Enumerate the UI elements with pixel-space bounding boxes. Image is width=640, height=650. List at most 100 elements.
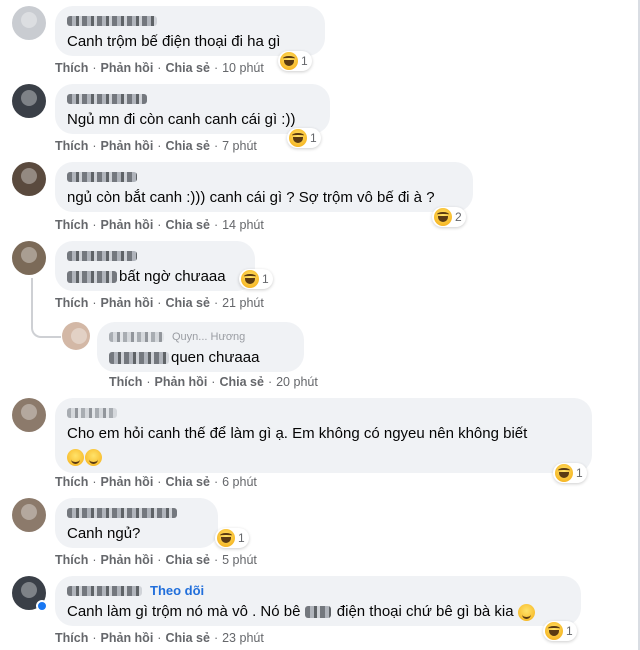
comment-text: quen chưaaa: [109, 348, 292, 368]
comment-item: Theo dõi Canh làm gì trộm nó mà vô . Nó …: [12, 576, 632, 641]
comment-bubble: bất ngờ chưaaa: [55, 241, 255, 291]
haha-icon: [241, 270, 259, 288]
haha-icon: [217, 529, 235, 547]
comment-author[interactable]: [67, 505, 206, 521]
comment-bubble: Quyn... Hương quen chưaaa: [97, 322, 304, 372]
reaction-badge[interactable]: 1: [278, 51, 312, 71]
reply-link[interactable]: Phản hồi: [101, 61, 154, 75]
like-link[interactable]: Thích: [55, 631, 88, 645]
comment-item: Canh ngủ? 1: [12, 498, 632, 554]
share-link[interactable]: Chia sẻ: [165, 553, 209, 567]
comment-text: Ngủ mn đi còn canh canh cái gì :)): [67, 111, 296, 128]
timestamp[interactable]: 5 phút: [222, 553, 257, 567]
follow-button[interactable]: Theo dõi: [150, 583, 204, 599]
reply-link[interactable]: Phản hồi: [101, 296, 154, 310]
comment-bubble: Cho em hỏi canh thế để làm gì ạ. Em khôn…: [55, 398, 592, 473]
comment-actions: Thích · Phản hồi · Chia sẻ · 10 phút: [55, 61, 264, 75]
like-link[interactable]: Thích: [55, 296, 88, 310]
like-link[interactable]: Thích: [55, 475, 88, 489]
avatar[interactable]: [12, 6, 46, 40]
emoji-row: [67, 447, 580, 467]
share-link[interactable]: Chia sẻ: [165, 61, 209, 75]
haha-icon: [555, 464, 573, 482]
avatar[interactable]: [62, 322, 90, 350]
grin-sweat-emoji-icon: [67, 448, 84, 466]
comment-bubble: Canh ngủ?: [55, 498, 218, 548]
reaction-badge[interactable]: 1: [553, 463, 587, 483]
reaction-count: 1: [238, 531, 245, 545]
avatar[interactable]: [12, 162, 46, 196]
comment-actions: Thích · Phản hồi · Chia sẻ · 21 phút: [55, 296, 264, 310]
reply-link[interactable]: Phản hồi: [101, 475, 154, 489]
comment-bubble: Theo dõi Canh làm gì trộm nó mà vô . Nó …: [55, 576, 581, 626]
reaction-count: 2: [455, 210, 462, 224]
reply-item: Quyn... Hương quen chưaaa: [62, 322, 632, 376]
comment-text: Cho em hỏi canh thế để làm gì ạ. Em khôn…: [67, 425, 528, 442]
timestamp[interactable]: 20 phút: [276, 375, 318, 389]
share-link[interactable]: Chia sẻ: [165, 218, 209, 232]
share-link[interactable]: Chia sẻ: [165, 139, 209, 153]
share-link[interactable]: Chia sẻ: [165, 296, 209, 310]
reaction-count: 1: [310, 131, 317, 145]
comment-author[interactable]: [67, 169, 461, 185]
author-name-fragment: Quyn... Hương: [172, 331, 246, 343]
comment-author: Theo dõi: [67, 583, 569, 599]
comment-actions: Thích · Phản hồi · Chia sẻ · 20 phút: [109, 375, 318, 389]
share-link[interactable]: Chia sẻ: [165, 475, 209, 489]
comment-text: bất ngờ chưaaa: [67, 267, 243, 287]
grin-sweat-emoji-icon: [517, 603, 535, 621]
comment-author[interactable]: [67, 13, 313, 29]
comment-author[interactable]: [67, 405, 580, 421]
haha-icon: [289, 129, 307, 147]
avatar[interactable]: [12, 398, 46, 432]
like-link[interactable]: Thích: [55, 218, 88, 232]
reaction-badge[interactable]: 1: [239, 269, 273, 289]
thread-connector: [31, 324, 61, 338]
comment-bubble: ngủ còn bắt canh :))) canh cái gì ? Sợ t…: [55, 162, 473, 212]
timestamp[interactable]: 14 phút: [222, 218, 264, 232]
comment-bubble: Canh trộm bế điện thoại đi ha gì: [55, 6, 325, 56]
timestamp[interactable]: 10 phút: [222, 61, 264, 75]
like-link[interactable]: Thích: [55, 553, 88, 567]
reaction-count: 1: [262, 272, 269, 286]
share-link[interactable]: Chia sẻ: [165, 631, 209, 645]
timestamp[interactable]: 7 phút: [222, 139, 257, 153]
grin-sweat-emoji-icon: [85, 448, 102, 466]
avatar[interactable]: [12, 84, 46, 118]
status-badge-icon: [36, 600, 48, 612]
comment-actions: Thích · Phản hồi · Chia sẻ · 7 phút: [55, 139, 257, 153]
comment-text: ngủ còn bắt canh :))) canh cái gì ? Sợ t…: [67, 189, 435, 206]
reaction-badge[interactable]: 1: [215, 528, 249, 548]
comment-text: Canh làm gì trộm nó mà vô . Nó bê điện t…: [67, 602, 569, 622]
reaction-badge[interactable]: 2: [432, 207, 466, 227]
reply-link[interactable]: Phản hồi: [101, 553, 154, 567]
reply-link[interactable]: Phản hồi: [101, 631, 154, 645]
like-link[interactable]: Thích: [55, 139, 88, 153]
share-link[interactable]: Chia sẻ: [219, 375, 263, 389]
comment-actions: Thích · Phản hồi · Chia sẻ · 23 phút: [55, 631, 264, 645]
reaction-count: 1: [566, 624, 573, 638]
comment-text: Canh ngủ?: [67, 525, 141, 542]
comment-author[interactable]: [67, 248, 243, 264]
like-link[interactable]: Thích: [109, 375, 142, 389]
reply-link[interactable]: Phản hồi: [101, 218, 154, 232]
comment-bubble: Ngủ mn đi còn canh canh cái gì :)): [55, 84, 330, 134]
timestamp[interactable]: 23 phút: [222, 631, 264, 645]
comment-author[interactable]: [67, 91, 318, 107]
timestamp[interactable]: 21 phút: [222, 296, 264, 310]
reaction-count: 1: [576, 466, 583, 480]
haha-icon: [545, 622, 563, 640]
reply-link[interactable]: Phản hồi: [155, 375, 208, 389]
comment-author[interactable]: Quyn... Hương: [109, 329, 292, 345]
haha-icon: [434, 208, 452, 226]
reply-link[interactable]: Phản hồi: [101, 139, 154, 153]
haha-icon: [280, 52, 298, 70]
comment-actions: Thích · Phản hồi · Chia sẻ · 5 phút: [55, 553, 257, 567]
avatar[interactable]: [12, 498, 46, 532]
like-link[interactable]: Thích: [55, 61, 88, 75]
comment-actions: Thích · Phản hồi · Chia sẻ · 14 phút: [55, 218, 264, 232]
timestamp[interactable]: 6 phút: [222, 475, 257, 489]
reaction-badge[interactable]: 1: [543, 621, 577, 641]
avatar[interactable]: [12, 241, 46, 275]
reaction-badge[interactable]: 1: [287, 128, 321, 148]
